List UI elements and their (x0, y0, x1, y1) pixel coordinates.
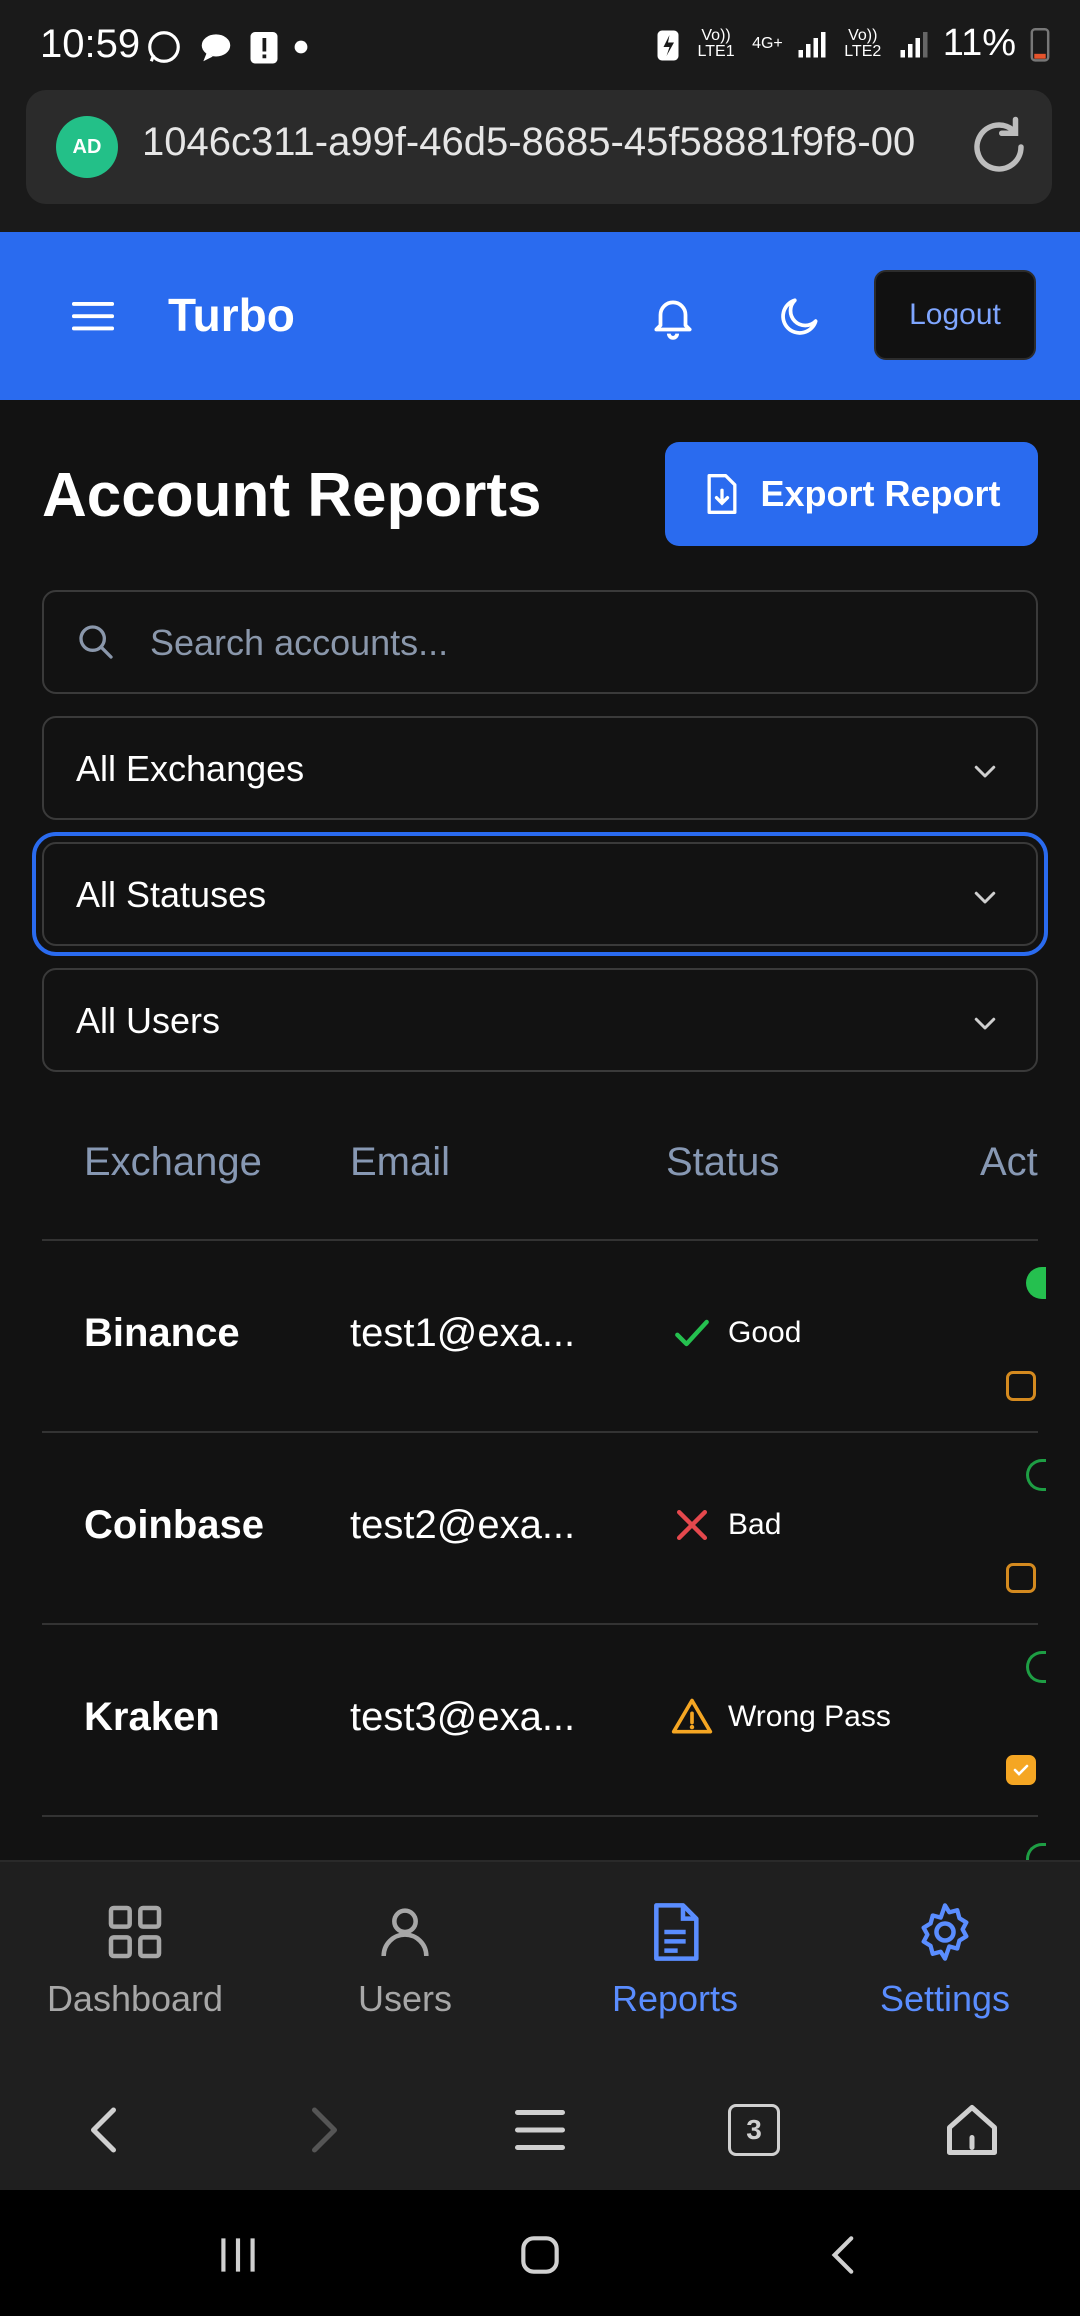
status-time: 10:59 (40, 22, 141, 66)
network-lte1: Vo)) LTE1 (697, 26, 735, 60)
nav-settings[interactable]: Settings (815, 1900, 1075, 2020)
nav-label: Dashboard (46, 1978, 224, 2019)
file-download-icon (708, 474, 737, 514)
table-row[interactable]: Kraken test3@exa... Wrong Pass (42, 1625, 1046, 1817)
status-text: Wrong Pass (728, 1700, 891, 1733)
home-button-icon[interactable] (515, 2230, 565, 2280)
header-exchange[interactable]: Exchange (84, 1140, 262, 1185)
app-brand[interactable]: Turbo (168, 288, 295, 342)
user-filter-value: All Users (76, 1000, 221, 1041)
nav-dashboard[interactable]: Dashboard (5, 1900, 265, 2020)
cell-email: test1@exa... (350, 1311, 576, 1355)
active-toggle[interactable] (1026, 1651, 1046, 1683)
system-navigation (0, 2190, 1080, 2316)
cell-status: Good (670, 1311, 801, 1355)
page-title: Account Reports (42, 461, 542, 530)
url-text[interactable]: 1046c311-a99f-46d5-8685-45f58881f9f8-00 (142, 120, 982, 165)
table-row[interactable] (42, 1817, 1046, 1860)
chevron-down-icon (974, 765, 996, 778)
shield-label: AD (72, 135, 102, 158)
header-status[interactable]: Status (666, 1140, 779, 1185)
nav-reports[interactable]: Reports (545, 1900, 805, 2020)
dot-icon (294, 40, 308, 54)
menu-lines-icon[interactable] (510, 2100, 570, 2160)
status-bar: 10:59 Vo)) LTE1 4G+ Vo)) LTE2 11% (0, 0, 1080, 90)
address-bar[interactable]: AD 1046c311-a99f-46d5-8685-45f58881f9f8-… (26, 90, 1052, 204)
cell-status: Bad (670, 1503, 781, 1547)
status-filter-select[interactable]: All Statuses (32, 832, 1048, 956)
nav-label: Users (357, 1978, 452, 2019)
chevron-down-icon (974, 891, 996, 904)
search-icon (79, 625, 113, 659)
search-field (42, 590, 1038, 694)
warning-icon (671, 1698, 713, 1734)
tabs-button[interactable]: 3 (728, 2104, 780, 2156)
user-filter-select[interactable]: All Users (42, 968, 1038, 1072)
table-row[interactable]: Coinbase test2@exa... Bad (42, 1433, 1046, 1625)
gear-icon (921, 1903, 969, 1961)
adblock-shield-icon[interactable]: AD (56, 116, 118, 178)
table-row[interactable]: Binance test1@exa... Good (42, 1241, 1046, 1433)
header-email[interactable]: Email (350, 1140, 450, 1185)
nav-users[interactable]: Users (275, 1900, 535, 2020)
cell-status: Wrong Pass (670, 1695, 891, 1739)
browser-navigation: 3 (0, 2068, 1080, 2190)
nav-label: Settings (879, 1978, 1011, 2019)
user-icon (381, 1908, 429, 1957)
status-text: Good (728, 1316, 802, 1349)
search-input[interactable] (148, 592, 1012, 694)
network-lte2: Vo)) LTE2 (844, 26, 882, 60)
status-filter-value: All Statuses (76, 874, 267, 915)
nav-label: Reports (611, 1978, 739, 2019)
network-4g: 4G+ (752, 34, 783, 52)
export-label: Export Report (760, 473, 1001, 514)
forward-icon[interactable] (292, 2100, 352, 2160)
checkmark-icon (1013, 1764, 1029, 1776)
bell-icon[interactable] (648, 292, 698, 342)
status-text: Bad (728, 1508, 782, 1541)
chevron-down-icon (974, 1017, 996, 1030)
chat-icon (201, 34, 231, 62)
menu-icon[interactable] (72, 300, 114, 332)
app-header: Turbo Logout (0, 232, 1080, 400)
system-indicators: Vo)) LTE1 4G+ Vo)) LTE2 11% (656, 22, 1050, 65)
signal-icon (798, 31, 826, 57)
x-icon (676, 1509, 708, 1541)
active-toggle[interactable] (1026, 1843, 1046, 1860)
select-checkbox[interactable] (1006, 1371, 1036, 1401)
moon-icon[interactable] (774, 292, 824, 342)
select-checkbox[interactable] (1006, 1563, 1036, 1593)
system-back-icon[interactable] (820, 2230, 870, 2280)
battery-percent: 11% (942, 22, 1016, 64)
recent-apps-icon[interactable] (213, 2230, 263, 2280)
cell-email: test2@exa... (350, 1503, 576, 1547)
whatsapp-icon (148, 31, 180, 63)
bottom-navigation: Dashboard Users Reports Settings (0, 1860, 1080, 2068)
battery-icon (1030, 27, 1050, 62)
header-actions: Act (980, 1140, 1038, 1184)
main-content: Account Reports Export Report All Exchan… (0, 400, 1080, 1860)
active-toggle[interactable] (1026, 1459, 1046, 1491)
notification-icons (145, 28, 309, 66)
signal-icon-2 (900, 31, 928, 57)
cell-exchange: Binance (84, 1311, 240, 1355)
cell-exchange: Kraken (84, 1695, 220, 1739)
select-checkbox[interactable] (1006, 1755, 1036, 1785)
home-icon[interactable] (942, 2100, 1002, 2160)
cell-email: test3@exa... (350, 1695, 576, 1739)
logout-button[interactable]: Logout (874, 270, 1036, 360)
export-report-button[interactable]: Export Report (665, 442, 1038, 546)
exchange-filter-value: All Exchanges (76, 748, 305, 789)
battery-saver-icon (657, 30, 679, 60)
browser-toolbar: AD 1046c311-a99f-46d5-8685-45f58881f9f8-… (0, 90, 1080, 232)
exchange-filter-select[interactable]: All Exchanges (42, 716, 1038, 820)
reload-icon[interactable] (966, 114, 1032, 180)
cell-exchange: Coinbase (84, 1503, 265, 1547)
grid-icon (108, 1905, 162, 1959)
back-icon[interactable] (76, 2100, 136, 2160)
document-icon (654, 1903, 699, 1961)
active-toggle[interactable] (1026, 1267, 1046, 1299)
alert-icon (250, 32, 278, 64)
check-icon (675, 1319, 709, 1347)
